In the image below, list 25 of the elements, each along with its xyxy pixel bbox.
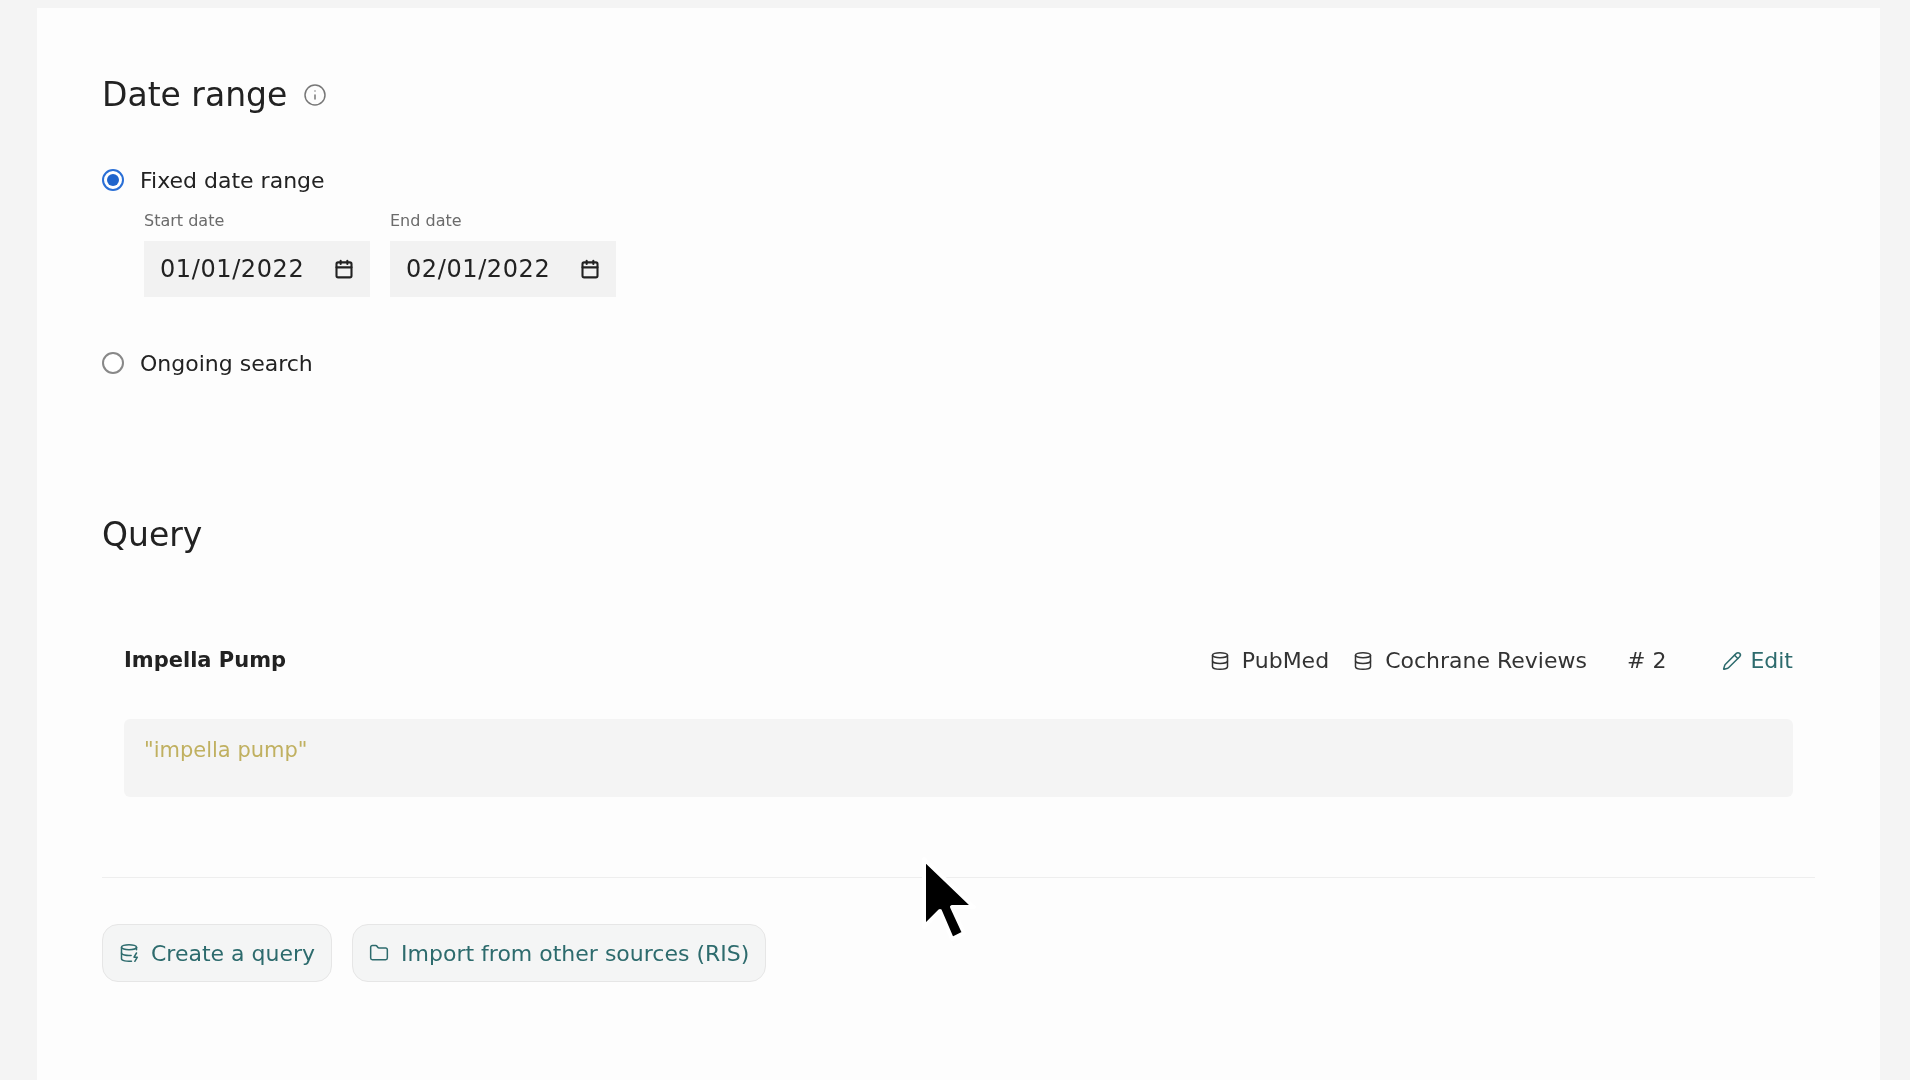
calendar-icon: [334, 258, 354, 279]
import-button[interactable]: Import from other sources (RIS): [352, 924, 767, 982]
create-query-button[interactable]: Create a query: [102, 924, 333, 982]
query-name: Impella Pump: [124, 646, 287, 674]
section-title: Date range: [102, 74, 288, 116]
info-icon[interactable]: [303, 82, 328, 107]
source-label: PubMed: [1241, 647, 1330, 675]
calendar-icon: [580, 258, 600, 279]
folder-icon: [369, 943, 390, 963]
section-title: Query: [102, 513, 204, 556]
query-text: "impella pump": [124, 719, 1793, 797]
edit-link[interactable]: Edit: [1722, 644, 1793, 677]
date-field[interactable]: 01/01/2022: [144, 240, 370, 297]
field-label: Start date: [144, 209, 226, 232]
radio-button[interactable]: [102, 352, 124, 374]
database-icon: [1209, 650, 1230, 671]
database-icon: [1353, 650, 1374, 671]
radio-button[interactable]: [102, 169, 124, 191]
date-field[interactable]: 02/01/2022: [390, 240, 616, 297]
pencil-icon: [1722, 650, 1743, 671]
source-label: Cochrane Reviews: [1385, 647, 1587, 675]
radio-label[interactable]: Fixed date range: [140, 163, 325, 197]
field-label: End date: [390, 209, 463, 232]
radio-label[interactable]: Ongoing search: [140, 346, 313, 380]
result-count: # 2: [1626, 647, 1667, 675]
